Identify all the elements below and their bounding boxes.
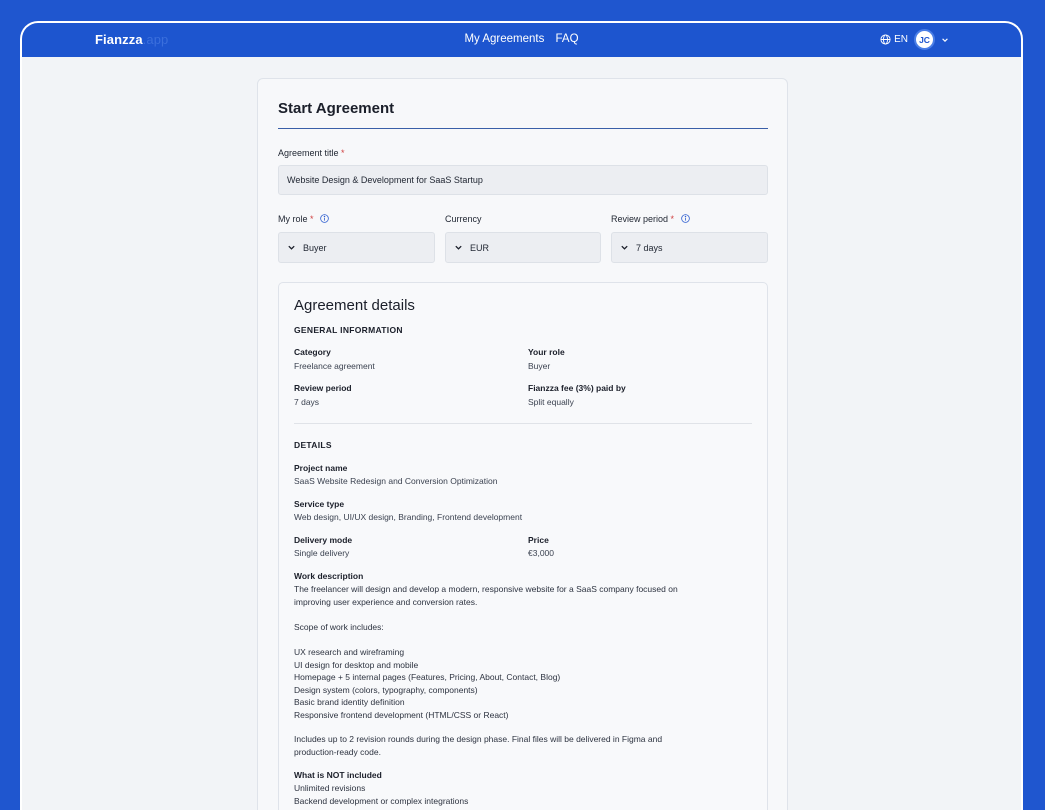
currency-select[interactable]: EUR: [445, 232, 601, 263]
currency-label: Currency: [445, 214, 482, 224]
role-value: Buyer: [303, 242, 327, 253]
chevron-down-icon: [288, 245, 295, 250]
avatar[interactable]: JC: [914, 29, 935, 50]
header-tools: EN JC: [880, 29, 949, 50]
your-role-label: Your role: [528, 347, 565, 357]
title-divider: [278, 128, 768, 129]
not-included-label: What is NOT included: [294, 770, 382, 780]
chevron-down-icon: [455, 245, 462, 250]
scope-intro: Scope of work includes:: [294, 622, 384, 632]
nav-faq[interactable]: FAQ: [556, 33, 579, 45]
currency-value: EUR: [470, 242, 490, 253]
role-select[interactable]: Buyer: [278, 232, 435, 263]
project-label: Project name: [294, 463, 348, 473]
work-line: The freelancer will design and develop a…: [294, 584, 678, 594]
language-switcher[interactable]: EN: [880, 34, 908, 45]
price-label: Price: [528, 535, 549, 545]
revision-note: Includes up to 2 revision rounds during …: [294, 733, 662, 758]
role-label-text: My role: [278, 214, 308, 224]
service-label: Service type: [294, 499, 345, 509]
work-label: Work description: [294, 571, 364, 581]
scope-list: UX research and wireframing UI design fo…: [294, 646, 560, 721]
review-period-select[interactable]: 7 days: [611, 232, 768, 263]
work-description: The freelancer will design and develop a…: [294, 583, 678, 608]
revision-line: Includes up to 2 revision rounds during …: [294, 734, 663, 744]
not-included-list: Unlimited revisions Backend development …: [294, 782, 468, 807]
review-value: 7 days: [294, 397, 320, 407]
review-label: Review period: [294, 383, 352, 393]
details-title: Agreement details: [294, 297, 415, 314]
list-item: UX research and wireframing: [294, 647, 405, 657]
list-item: Unlimited revisions: [294, 783, 366, 793]
agreement-details-panel: Agreement details GENERAL INFORMATION Ca…: [278, 282, 768, 810]
fee-label: Fianzza fee (3%) paid by: [528, 383, 626, 393]
list-item: Responsive frontend development (HTML/CS…: [294, 709, 509, 720]
details-heading: DETAILS: [294, 440, 332, 450]
agreement-title-label: Agreement title *: [278, 148, 345, 158]
required-mark: *: [310, 214, 314, 224]
required-mark: *: [341, 148, 345, 158]
delivery-label: Delivery mode: [294, 535, 353, 545]
info-icon[interactable]: [320, 214, 329, 223]
top-navbar: Fianzza.app My Agreements FAQ EN JC: [22, 23, 1021, 57]
project-value: SaaS Website Redesign and Conversion Opt…: [294, 476, 498, 486]
list-item: Homepage + 5 internal pages (Features, P…: [294, 672, 561, 682]
review-period-label: Review period *: [611, 214, 690, 224]
your-role-value: Buyer: [528, 361, 551, 371]
price-value: €3,000: [528, 548, 554, 558]
list-item: UI design for desktop and mobile: [294, 659, 419, 670]
agreement-title-value: Website Design & Development for SaaS St…: [287, 175, 483, 185]
section-divider: [294, 423, 752, 424]
work-line: improving user experience and conversion…: [294, 596, 478, 607]
category-value: Freelance agreement: [294, 361, 375, 371]
general-info-heading: GENERAL INFORMATION: [294, 325, 403, 335]
app-window: Fianzza.app My Agreements FAQ EN JC Star…: [20, 21, 1023, 810]
fee-value: Split equally: [528, 397, 574, 407]
review-label-text: Review period: [611, 214, 669, 224]
info-icon[interactable]: [680, 214, 690, 223]
delivery-value: Single delivery: [294, 548, 350, 558]
currency-label-text: Currency: [445, 214, 482, 224]
main-nav: My Agreements FAQ: [22, 33, 1021, 45]
category-label: Category: [294, 347, 331, 357]
list-item: Design system (colors, typography, compo…: [294, 684, 478, 695]
list-item: Backend development or complex integrati…: [294, 795, 469, 806]
start-agreement-card: Start Agreement Agreement title * Websit…: [257, 78, 788, 810]
list-item: Basic brand identity definition: [294, 697, 405, 707]
role-label: My role *: [278, 214, 329, 224]
agreement-title-label-text: Agreement title: [278, 148, 339, 158]
chevron-down-icon[interactable]: [941, 36, 949, 44]
required-mark: *: [670, 214, 675, 224]
revision-line: production-ready code.: [294, 746, 381, 757]
service-value: Web design, UI/UX design, Branding, Fron…: [294, 512, 523, 522]
globe-icon: [880, 34, 891, 45]
agreement-title-input[interactable]: Website Design & Development for SaaS St…: [278, 165, 768, 195]
language-code: EN: [894, 34, 908, 45]
page-title: Start Agreement: [278, 100, 395, 117]
chevron-down-icon: [621, 245, 628, 250]
nav-my-agreements[interactable]: My Agreements: [464, 33, 544, 45]
review-period-value: 7 days: [636, 242, 663, 253]
